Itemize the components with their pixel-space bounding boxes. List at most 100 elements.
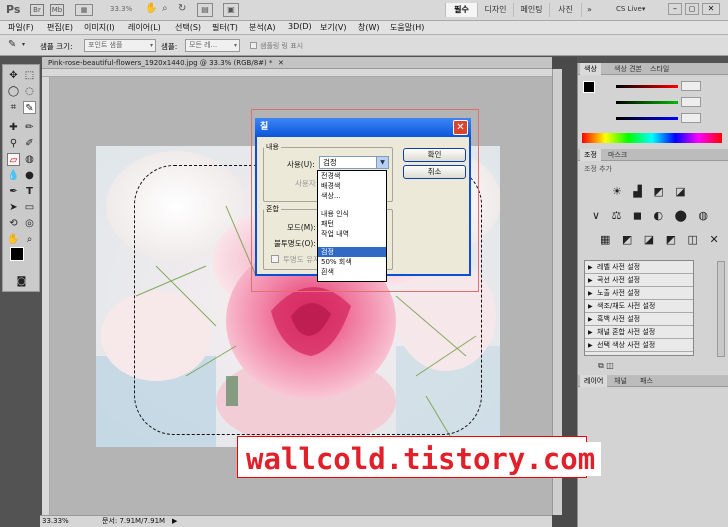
pen-tool-icon[interactable]: ✒ bbox=[7, 185, 20, 198]
menu-select[interactable]: 선택(S) bbox=[175, 22, 201, 33]
ok-button[interactable]: 확인 bbox=[403, 148, 466, 162]
eyedropper-tool-icon[interactable]: ✎ bbox=[23, 101, 36, 114]
show-ring-checkbox[interactable] bbox=[250, 42, 257, 49]
dropdown-option-white[interactable]: 흰색 bbox=[318, 267, 386, 277]
preset-levels[interactable]: 레벨 사전 설정 bbox=[585, 261, 693, 274]
menu-image[interactable]: 이미지(I) bbox=[84, 22, 115, 33]
tab-adjustments[interactable]: 조정 bbox=[580, 149, 601, 161]
workspace-design[interactable]: 디자인 bbox=[477, 3, 513, 17]
dropdown-option-50-gray[interactable]: 50% 회색 bbox=[318, 257, 386, 267]
bridge-icon[interactable]: Br bbox=[30, 4, 44, 16]
menu-file[interactable]: 파일(F) bbox=[8, 22, 34, 33]
3d-orbit-tool-icon[interactable]: ◎ bbox=[23, 217, 36, 230]
menu-analysis[interactable]: 분석(A) bbox=[249, 22, 275, 33]
menu-layer[interactable]: 레이어(L) bbox=[128, 22, 161, 33]
crop-tool-icon[interactable]: ⌗ bbox=[7, 101, 20, 114]
hand-tool-icon[interactable]: ✋ bbox=[7, 233, 20, 246]
more-workspaces-button[interactable]: » bbox=[581, 3, 597, 17]
tab-channels[interactable]: 채널 bbox=[610, 375, 631, 387]
dropdown-option-history[interactable]: 작업 내역 bbox=[318, 229, 386, 239]
document-tab[interactable]: Pink-rose-beautiful-flowers_1920x1440.jp… bbox=[42, 57, 552, 69]
minimize-button[interactable]: – bbox=[668, 3, 682, 15]
tab-masks[interactable]: 마스크 bbox=[604, 149, 631, 161]
screen-mode-icon[interactable]: ▣ bbox=[223, 3, 239, 17]
blur-tool-icon[interactable]: 💧 bbox=[7, 169, 20, 182]
red-value-field[interactable] bbox=[681, 81, 701, 91]
quick-select-tool-icon[interactable]: ◌ bbox=[23, 85, 36, 98]
menu-window[interactable]: 창(W) bbox=[358, 22, 380, 33]
preset-channel-mixer[interactable]: 채널 혼합 사전 설정 bbox=[585, 326, 693, 339]
view-extras-icon[interactable]: ▦ bbox=[75, 4, 93, 16]
dialog-close-icon[interactable]: ✕ bbox=[453, 120, 468, 135]
zoom-tool-icon[interactable]: ⌕ bbox=[162, 3, 168, 14]
arrange-documents-icon[interactable]: ▤ bbox=[197, 3, 213, 17]
quick-mask-icon[interactable]: ◙ bbox=[15, 275, 28, 288]
gradient-tool-icon[interactable]: ◍ bbox=[23, 153, 36, 166]
history-brush-tool-icon[interactable]: ✐ bbox=[23, 137, 36, 150]
path-select-tool-icon[interactable]: ➤ bbox=[7, 201, 20, 214]
lasso-tool-icon[interactable]: ◯ bbox=[7, 85, 20, 98]
preset-exposure[interactable]: 노출 사전 설정 bbox=[585, 287, 693, 300]
healing-brush-tool-icon[interactable]: ✚ bbox=[7, 121, 20, 134]
dropdown-option-pattern[interactable]: 패턴 bbox=[318, 219, 386, 229]
dropdown-option-black[interactable]: 검정 bbox=[318, 247, 386, 257]
panel-scrollbar[interactable] bbox=[717, 261, 725, 357]
tab-layers[interactable]: 레이어 bbox=[580, 375, 608, 387]
move-tool-icon[interactable]: ✥ bbox=[7, 69, 20, 82]
panel-foreground-swatch[interactable] bbox=[583, 81, 595, 93]
vertical-ruler[interactable] bbox=[42, 77, 50, 515]
clone-stamp-tool-icon[interactable]: ⚲ bbox=[7, 137, 20, 150]
minibridge-icon[interactable]: Mb bbox=[50, 4, 64, 16]
preset-black-white[interactable]: 흑백 사전 설정 bbox=[585, 313, 693, 326]
workspace-photography[interactable]: 사진 bbox=[549, 3, 581, 17]
tab-color[interactable]: 색상 bbox=[580, 63, 601, 75]
eyedropper-icon[interactable]: ✎ bbox=[8, 39, 16, 50]
3d-rotate-tool-icon[interactable]: ⟲ bbox=[7, 217, 20, 230]
preset-curves[interactable]: 곡선 사전 설정 bbox=[585, 274, 693, 287]
dropdown-option-content-aware[interactable]: 내용 인식 bbox=[318, 209, 386, 219]
dodge-tool-icon[interactable]: ● bbox=[23, 169, 36, 182]
menu-filter[interactable]: 필터(T) bbox=[212, 22, 238, 33]
tab-swatches[interactable]: 색상 견본 bbox=[610, 63, 646, 75]
horizontal-ruler[interactable] bbox=[42, 69, 552, 77]
close-tab-icon[interactable]: ✕ bbox=[278, 57, 284, 69]
foreground-color-swatch[interactable] bbox=[10, 247, 24, 261]
eraser-tool-icon[interactable]: ▱ bbox=[7, 153, 20, 166]
zoom-tool-icon[interactable]: ⌕ bbox=[23, 233, 36, 246]
fill-dialog-titlebar[interactable]: 칠 ✕ bbox=[255, 118, 471, 137]
menu-3d[interactable]: 3D(D) bbox=[288, 22, 312, 31]
cancel-button[interactable]: 취소 bbox=[403, 165, 466, 179]
preset-selective-color[interactable]: 선택 색상 사전 설정 bbox=[585, 339, 693, 352]
tab-paths[interactable]: 패스 bbox=[636, 375, 657, 387]
workspace-essentials[interactable]: 필수 bbox=[445, 3, 477, 17]
menu-help[interactable]: 도움말(H) bbox=[390, 22, 424, 33]
tool-preset-arrow[interactable]: ▾ bbox=[22, 41, 25, 48]
tab-styles[interactable]: 스타일 bbox=[646, 63, 673, 75]
restore-button[interactable]: ▢ bbox=[685, 3, 699, 15]
sample-layers-select[interactable]: 모든 레... ▾ bbox=[185, 39, 240, 52]
dropdown-option-color[interactable]: 색상... bbox=[318, 191, 386, 201]
zoom-level-dropdown[interactable]: 33.3% bbox=[110, 5, 132, 13]
preset-hue-saturation[interactable]: 색조/채도 사전 설정 bbox=[585, 300, 693, 313]
green-slider[interactable] bbox=[616, 101, 678, 104]
red-slider[interactable] bbox=[616, 85, 678, 88]
workspace-painting[interactable]: 페인팅 bbox=[513, 3, 549, 17]
hand-tool-icon[interactable]: ✋ bbox=[145, 3, 157, 14]
menu-view[interactable]: 보기(V) bbox=[320, 22, 346, 33]
dropdown-option-background[interactable]: 배경색 bbox=[318, 181, 386, 191]
close-window-button[interactable]: ✕ bbox=[702, 3, 720, 15]
green-value-field[interactable] bbox=[681, 97, 701, 107]
dropdown-option-foreground[interactable]: 전경색 bbox=[318, 171, 386, 181]
rotate-view-icon[interactable]: ↻ bbox=[178, 3, 186, 14]
blue-slider[interactable] bbox=[616, 117, 678, 120]
type-tool-icon[interactable]: T bbox=[23, 185, 36, 198]
blue-value-field[interactable] bbox=[681, 113, 701, 123]
menu-edit[interactable]: 편집(E) bbox=[47, 22, 73, 33]
zoom-readout[interactable]: 33.33% bbox=[42, 516, 69, 527]
shape-tool-icon[interactable]: ▭ bbox=[23, 201, 36, 214]
preserve-transparency-checkbox[interactable] bbox=[271, 255, 279, 263]
marquee-tool-icon[interactable]: ⬚ bbox=[23, 69, 36, 82]
brush-tool-icon[interactable]: ✏ bbox=[23, 121, 36, 134]
sample-size-select[interactable]: 포인트 샘플 ▾ bbox=[84, 39, 156, 52]
status-menu-arrow[interactable]: ▶ bbox=[172, 516, 177, 527]
